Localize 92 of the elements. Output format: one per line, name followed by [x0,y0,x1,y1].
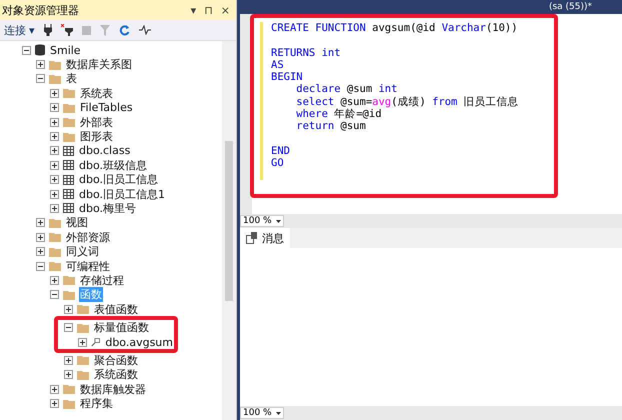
expand-toggle-icon[interactable] [36,247,45,256]
messages-tab[interactable]: 消息 [240,228,290,248]
tree-item[interactable]: FileTables [79,101,134,114]
scroll-thumb[interactable] [225,141,233,301]
database-icon [35,44,45,56]
tree-item[interactable]: 聚合函数 [93,352,139,368]
tree-item[interactable]: 同义词 [65,244,100,260]
code-editor[interactable]: CREATE FUNCTION avgsum(@id Varchar(10)) RETURNS int AS BEGIN declare @sum int select @sum=avg(成绩) from 旧员工信息 where 年龄=@id return @sum END GO [271,22,519,194]
tree-item[interactable]: dbo.旧员工信息 [78,172,159,188]
expand-toggle-icon[interactable] [64,370,73,380]
expand-toggle-icon[interactable] [64,356,73,365]
refresh-icon[interactable] [118,24,130,36]
folder-icon [63,275,75,286]
expand-toggle-icon[interactable] [50,118,59,127]
folder-icon [63,132,75,142]
folder-icon [63,398,75,409]
disconnect-icon[interactable] [60,24,73,36]
folder-icon [63,88,75,98]
folder-icon [49,60,61,70]
collapse-toggle-icon[interactable] [22,46,31,55]
folder-icon [77,355,89,366]
expand-toggle-icon[interactable] [50,204,59,213]
messages-icon [246,232,258,244]
folder-icon [49,261,61,272]
caret-icon [276,220,281,222]
expand-toggle-icon[interactable] [50,88,59,98]
expand-toggle-icon[interactable] [78,338,87,346]
table-icon [63,189,74,200]
expand-toggle-icon[interactable] [50,384,59,394]
expand-toggle-icon[interactable] [50,160,59,170]
collapse-toggle-icon[interactable] [50,290,59,300]
table-icon [63,203,74,214]
tree-item[interactable]: Smile [49,44,82,57]
function-icon [91,336,100,348]
table-icon [63,174,74,185]
tree-item[interactable]: 系统函数 [93,367,139,382]
tree-item[interactable]: dbo.class [78,144,132,158]
folder-icon [77,370,89,380]
activity-icon[interactable] [138,25,151,35]
expand-toggle-icon[interactable] [50,103,59,112]
table-icon [63,146,74,156]
expand-toggle-icon[interactable] [50,175,59,184]
expand-toggle-icon[interactable] [50,276,59,285]
folder-icon [77,322,89,333]
expand-toggle-icon[interactable] [50,146,59,156]
tree-item[interactable]: 标量值函数 [93,320,150,336]
tree-item[interactable]: 存储过程 [79,272,125,288]
tree-item[interactable]: 可编程性 [65,258,111,274]
tree-item[interactable]: dbo.班级信息 [78,158,148,173]
folder-icon [63,102,75,113]
tree-item[interactable]: 外部表 [79,114,114,130]
expand-toggle-icon[interactable] [50,190,59,199]
collapse-toggle-icon[interactable] [64,323,73,332]
caret-icon [276,412,281,414]
panel-control[interactable]: ▾ [190,4,196,16]
connect-button[interactable]: 连接 ▾ [4,22,35,38]
expand-toggle-icon[interactable] [50,132,59,142]
folder-icon [49,246,61,257]
tree-item[interactable]: dbo.梅里号 [78,201,137,216]
panel-title: 对象资源管理器 [2,2,80,18]
expand-toggle-icon[interactable] [36,232,45,242]
zoom-dropdown[interactable]: 100 % [240,407,284,419]
expand-toggle-icon[interactable] [36,218,45,228]
expand-toggle-icon[interactable] [64,304,73,314]
zoom-dropdown[interactable]: 100 % [240,215,284,227]
tree-item[interactable]: dbo.旧员工信息1 [78,186,166,202]
scrollbar[interactable] [222,41,236,420]
tree-item[interactable]: 数据库关系图 [65,57,133,72]
tree-item[interactable]: 视图 [65,215,89,230]
collapse-toggle-icon[interactable] [36,74,45,84]
folder-icon [63,290,75,300]
collapse-toggle-icon[interactable] [36,262,45,271]
document-tab[interactable]: (sa (55))* [548,2,592,12]
tree-item[interactable]: 外部资源 [65,230,111,245]
plug-icon[interactable] [44,24,52,36]
tree-item[interactable]: 图形表 [79,129,114,144]
folder-icon [63,117,75,128]
tree-item[interactable]: 系统表 [79,86,114,101]
panel-control[interactable]: ⊓ [204,4,213,16]
folder-icon [49,74,61,84]
panel-control[interactable]: × [220,4,230,16]
tree-item[interactable]: 数据库触发器 [79,382,147,397]
tree-item[interactable]: 表值函数 [93,302,139,317]
folder-icon [49,218,61,228]
folder-icon [63,384,75,394]
tree-item[interactable]: 程序集 [79,396,114,412]
folder-icon [49,232,61,242]
table-icon [63,160,74,170]
tree-item[interactable]: dbo.avgsum [104,336,174,348]
expand-toggle-icon[interactable] [36,60,45,70]
expand-toggle-icon[interactable] [50,399,59,408]
tree-item[interactable]: 表 [65,71,78,86]
